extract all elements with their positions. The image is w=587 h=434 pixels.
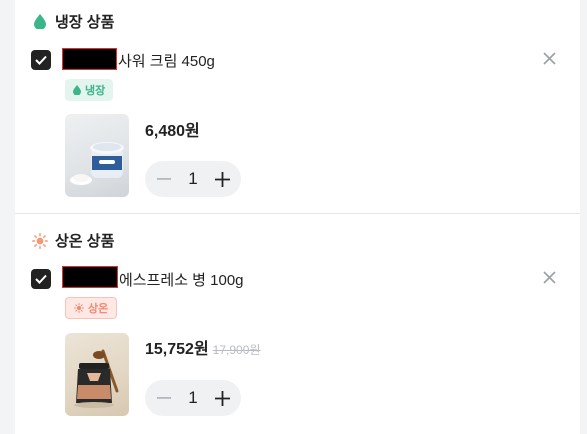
product-image[interactable]	[65, 114, 129, 197]
cold-section-header: 냉장 상품	[31, 11, 114, 32]
quantity-value: 1	[188, 169, 198, 188]
check-icon	[35, 274, 47, 284]
product-price: 15,752원 17,900원	[145, 335, 260, 359]
plus-icon	[214, 171, 230, 187]
minus-icon	[157, 397, 171, 399]
redacted-brand	[62, 266, 118, 288]
increase-quantity-button[interactable]	[213, 389, 231, 407]
product-name[interactable]: 에스프레소 병 100g	[119, 269, 244, 290]
remove-item-button[interactable]	[540, 49, 558, 67]
close-icon	[542, 51, 556, 65]
increase-quantity-button[interactable]	[213, 170, 231, 188]
storage-tag-label: 냉장	[85, 85, 106, 97]
item-checkbox[interactable]	[31, 269, 51, 289]
product-name[interactable]: 사워 크림 450g	[118, 50, 215, 71]
quantity-value: 1	[188, 388, 198, 407]
cold-section: 냉장 상품 사워 크림 450g 냉장 6,480원 1	[15, 0, 580, 213]
storage-tag: 냉장	[65, 79, 114, 101]
item-checkbox[interactable]	[31, 50, 51, 70]
minus-icon	[157, 178, 171, 180]
plus-icon	[214, 390, 230, 406]
check-icon	[35, 55, 47, 65]
decrease-quantity-button[interactable]	[155, 389, 173, 407]
quantity-stepper: 1	[145, 161, 241, 197]
product-image[interactable]	[65, 333, 129, 416]
decrease-quantity-button[interactable]	[155, 170, 173, 188]
cart-panel: 냉장 상품 사워 크림 450g 냉장 6,480원 1 상온 상품 에스프레소…	[15, 0, 580, 434]
quantity-stepper: 1	[145, 380, 241, 416]
section-title: 상온 상품	[55, 233, 115, 250]
section-title: 냉장 상품	[55, 14, 115, 31]
close-icon	[542, 270, 556, 284]
sun-icon	[74, 303, 84, 313]
room-temp-section: 상온 상품 에스프레소 병 100g 상온 15,752원 17,900원 1	[15, 214, 580, 434]
original-price: 17,900원	[212, 343, 261, 357]
remove-item-button[interactable]	[540, 268, 558, 286]
storage-tag: 상온	[65, 297, 118, 319]
room-section-header: 상온 상품	[31, 230, 114, 251]
water-drop-icon	[73, 85, 81, 95]
storage-tag-label: 상온	[88, 303, 109, 315]
product-price: 6,480원	[145, 123, 200, 140]
water-drop-icon	[31, 13, 49, 31]
sun-icon	[31, 232, 49, 250]
sale-price: 15,752원	[145, 341, 209, 358]
redacted-brand	[62, 48, 117, 70]
